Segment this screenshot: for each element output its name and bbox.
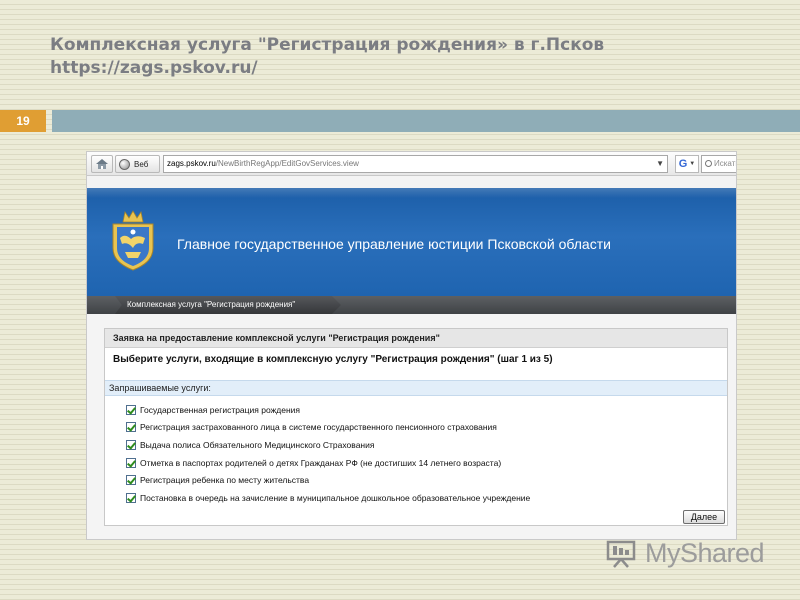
breadcrumb-item[interactable]: Комплексная услуга "Регистрация рождения… bbox=[115, 296, 341, 314]
address-dropdown-icon[interactable]: ▼ bbox=[656, 156, 664, 172]
service-item[interactable]: Выдача полиса Обязательного Медицинского… bbox=[126, 436, 716, 454]
step-heading: Выберите услуги, входящие в комплексную … bbox=[113, 354, 553, 365]
requested-services-label: Запрашиваемые услуги: bbox=[105, 380, 727, 396]
slide-url: https://zags.pskov.ru/ bbox=[50, 58, 258, 78]
page-number-badge: 19 bbox=[0, 110, 46, 132]
service-label: Выдача полиса Обязательного Медицинского… bbox=[140, 439, 375, 450]
checkbox-checked-icon[interactable] bbox=[126, 457, 136, 468]
service-item[interactable]: Регистрация ребенка по месту жительства bbox=[126, 471, 716, 489]
chevron-down-icon: ▼ bbox=[689, 161, 696, 167]
browser-screenshot: Веб zags.pskov.ru/NewBirthRegApp/EditGov… bbox=[86, 151, 737, 540]
breadcrumb-bar: Комплексная услуга "Регистрация рождения… bbox=[87, 296, 736, 314]
checkbox-checked-icon[interactable] bbox=[126, 404, 136, 415]
next-button[interactable]: Далее bbox=[683, 510, 725, 524]
checkbox-checked-icon[interactable] bbox=[126, 422, 136, 433]
search-icon bbox=[705, 160, 712, 167]
service-item[interactable]: Отметка в паспортах родителей о детях Гр… bbox=[126, 454, 716, 472]
address-host: zags.pskov.ru bbox=[167, 159, 216, 168]
web-button-label: Веб bbox=[134, 159, 149, 169]
slide-title: Комплексная услуга "Регистрация рождения… bbox=[50, 34, 770, 80]
search-engine-button[interactable]: G ▼ bbox=[675, 155, 699, 173]
watermark-text: MyShared bbox=[645, 537, 765, 568]
service-label: Отметка в паспортах родителей о детях Гр… bbox=[140, 457, 502, 468]
address-bar[interactable]: zags.pskov.ru/NewBirthRegApp/EditGovServ… bbox=[163, 155, 668, 173]
services-list: Государственная регистрация рождения Рег… bbox=[126, 401, 716, 507]
service-item[interactable]: Государственная регистрация рождения bbox=[126, 401, 716, 419]
form-title: Заявка на предоставление комплексной усл… bbox=[105, 329, 727, 348]
search-placeholder: Искать в bbox=[714, 159, 737, 168]
service-item[interactable]: Постановка в очередь на зачисление в мун… bbox=[126, 489, 716, 507]
search-input[interactable]: Искать в bbox=[701, 155, 737, 173]
web-button[interactable]: Веб bbox=[115, 155, 160, 173]
slide-title-text: Комплексная услуга "Регистрация рождения… bbox=[50, 35, 605, 55]
service-label: Регистрация застрахованного лица в систе… bbox=[140, 422, 497, 433]
service-label: Государственная регистрация рождения bbox=[140, 404, 301, 415]
checkbox-checked-icon[interactable] bbox=[126, 439, 136, 450]
service-label: Регистрация ребенка по месту жительства bbox=[140, 475, 310, 486]
myshared-logo-icon bbox=[606, 540, 636, 568]
organization-name: Главное государственное управление юстиц… bbox=[177, 236, 611, 252]
google-icon: G bbox=[678, 158, 688, 170]
checkbox-checked-icon[interactable] bbox=[126, 492, 136, 503]
crest-icon bbox=[112, 210, 154, 271]
service-label: Постановка в очередь на зачисление в мун… bbox=[140, 492, 531, 503]
application-form: Заявка на предоставление комплексной усл… bbox=[104, 328, 728, 526]
top-rule bbox=[52, 110, 800, 132]
service-item[interactable]: Регистрация застрахованного лица в систе… bbox=[126, 419, 716, 437]
checkbox-checked-icon[interactable] bbox=[126, 475, 136, 486]
globe-icon bbox=[119, 158, 130, 170]
browser-toolbar: Веб zags.pskov.ru/NewBirthRegApp/EditGov… bbox=[87, 152, 736, 176]
home-button[interactable] bbox=[91, 155, 113, 173]
address-path: /NewBirthRegApp/EditGovServices.view bbox=[215, 159, 359, 168]
myshared-logo: MyShared bbox=[605, 534, 765, 572]
home-icon bbox=[96, 159, 108, 169]
site-header: Главное государственное управление юстиц… bbox=[87, 188, 736, 296]
